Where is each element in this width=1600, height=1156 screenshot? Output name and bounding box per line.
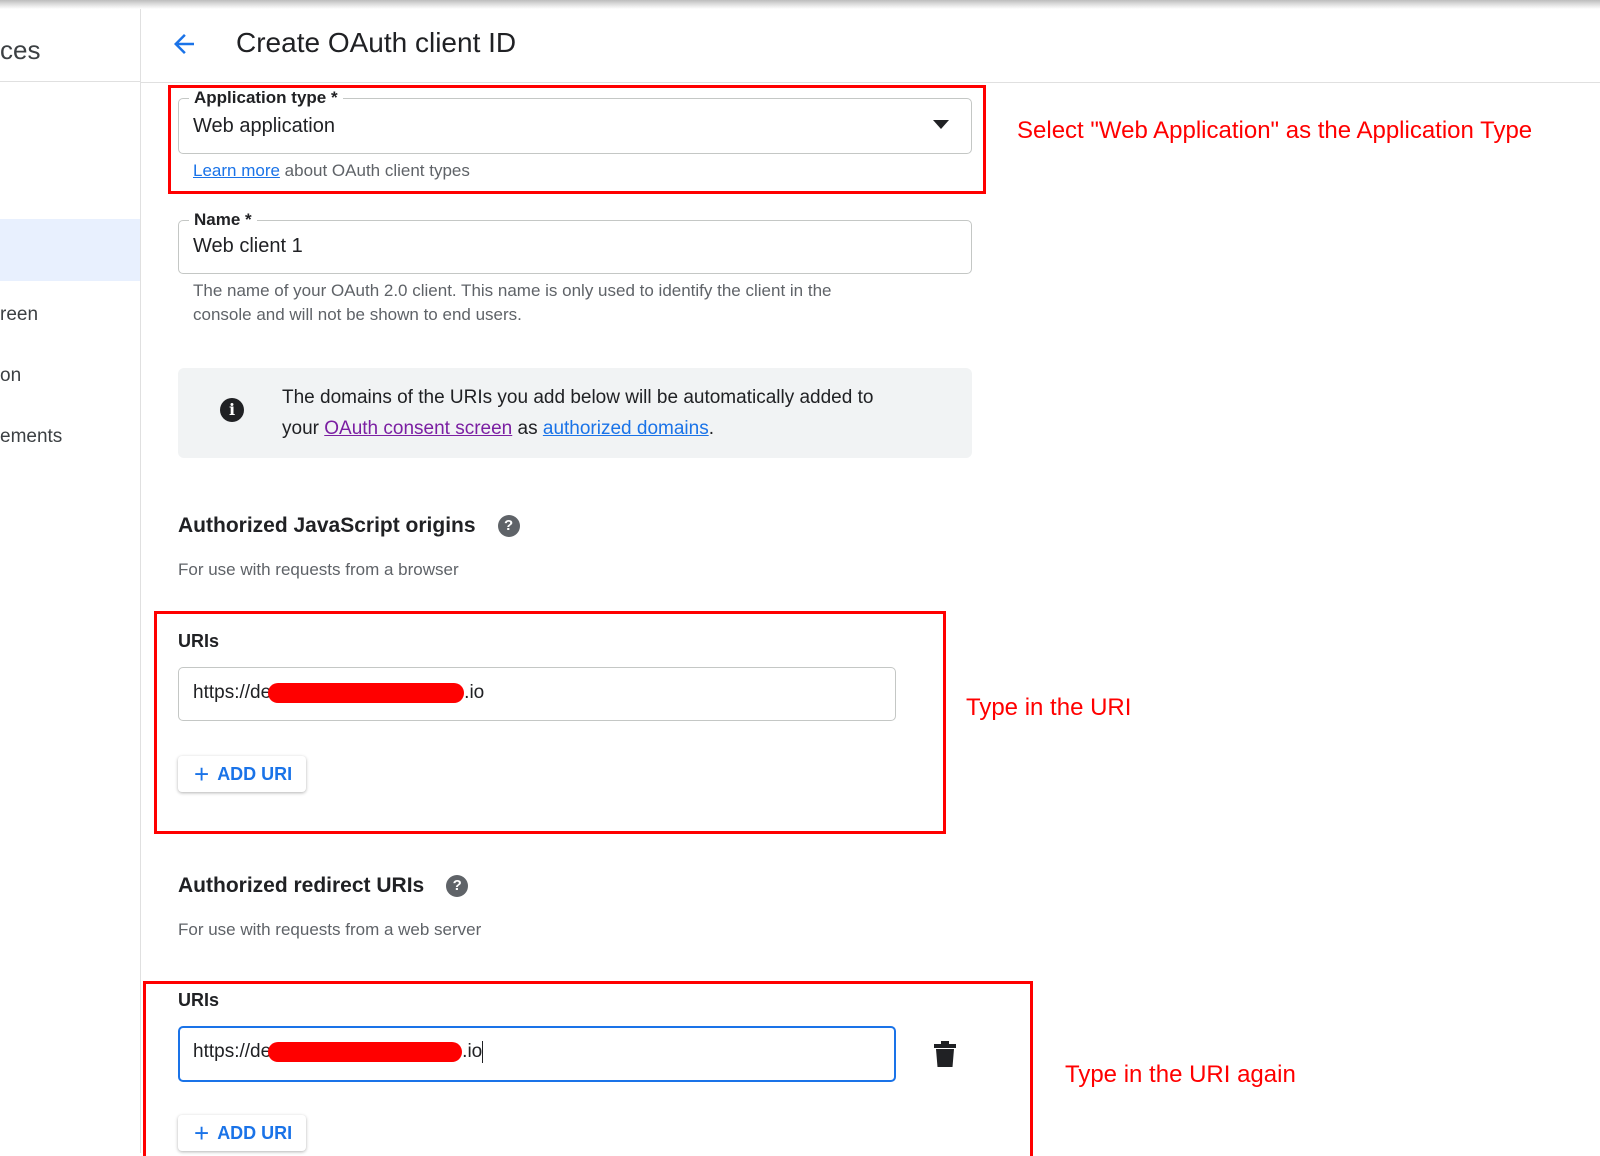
name-field-helper: The name of your OAuth 2.0 client. This … xyxy=(193,279,831,327)
authorized-domains-info-box: i The domains of the URIs you add below … xyxy=(178,368,972,458)
name-helper-line-1: The name of your OAuth 2.0 client. This … xyxy=(193,281,832,300)
name-field-label: Name * xyxy=(189,210,257,230)
redirect-uris-title-text: Authorized redirect URIs xyxy=(178,874,425,897)
annotation-type-uri-again-text: Type in the URI again xyxy=(1065,1061,1296,1088)
sidebar-item-page-usage-agreements[interactable]: ements xyxy=(0,426,140,448)
name-field[interactable]: Name * Web client 1 xyxy=(178,210,972,274)
js-origins-title: Authorized JavaScript origins? xyxy=(178,514,520,538)
arrow-back-icon[interactable] xyxy=(169,29,199,59)
page-title: Create OAuth client ID xyxy=(236,27,517,58)
info-text-part-2: your xyxy=(282,418,325,439)
authorized-domains-link[interactable]: authorized domains xyxy=(543,418,709,439)
info-text-part-4: . xyxy=(708,418,714,439)
js-origins-title-text: Authorized JavaScript origins xyxy=(178,514,476,537)
page-header: Create OAuth client ID xyxy=(141,9,1600,83)
redirect-uris-title: Authorized redirect URIs? xyxy=(178,874,469,898)
annotation-box-app-type xyxy=(168,85,986,194)
annotation-app-type-text: Select "Web Application" as the Applicat… xyxy=(1017,117,1533,144)
info-icon: i xyxy=(220,398,244,422)
name-field-value: Web client 1 xyxy=(193,235,303,257)
sidebar-divider xyxy=(0,81,140,82)
info-text: The domains of the URIs you add below wi… xyxy=(282,382,942,444)
sidebar: ces reen on ements xyxy=(0,9,141,1153)
info-text-part-3: as xyxy=(512,418,543,439)
sidebar-item-credentials-active[interactable] xyxy=(0,219,140,281)
redirect-uris-subtitle: For use with requests from a web server xyxy=(178,920,482,939)
name-helper-line-2: console and will not be shown to end use… xyxy=(193,305,522,324)
help-icon[interactable]: ? xyxy=(446,875,469,898)
help-icon[interactable]: ? xyxy=(497,515,520,538)
sidebar-item-consent-screen[interactable]: reen xyxy=(0,304,140,326)
oauth-consent-screen-link[interactable]: OAuth consent screen xyxy=(324,418,512,439)
annotation-box-redirect-uris xyxy=(143,981,1033,1156)
browser-top-edge xyxy=(0,0,1600,9)
info-text-part-1: The domains of the URIs you add below wi… xyxy=(282,387,874,408)
sidebar-title: ces xyxy=(0,35,41,65)
annotation-box-js-origins xyxy=(154,611,946,834)
js-origins-subtitle: For use with requests from a browser xyxy=(178,560,459,579)
sidebar-item-domain-verification[interactable]: on xyxy=(0,365,140,387)
annotation-type-uri-text: Type in the URI xyxy=(966,694,1132,721)
